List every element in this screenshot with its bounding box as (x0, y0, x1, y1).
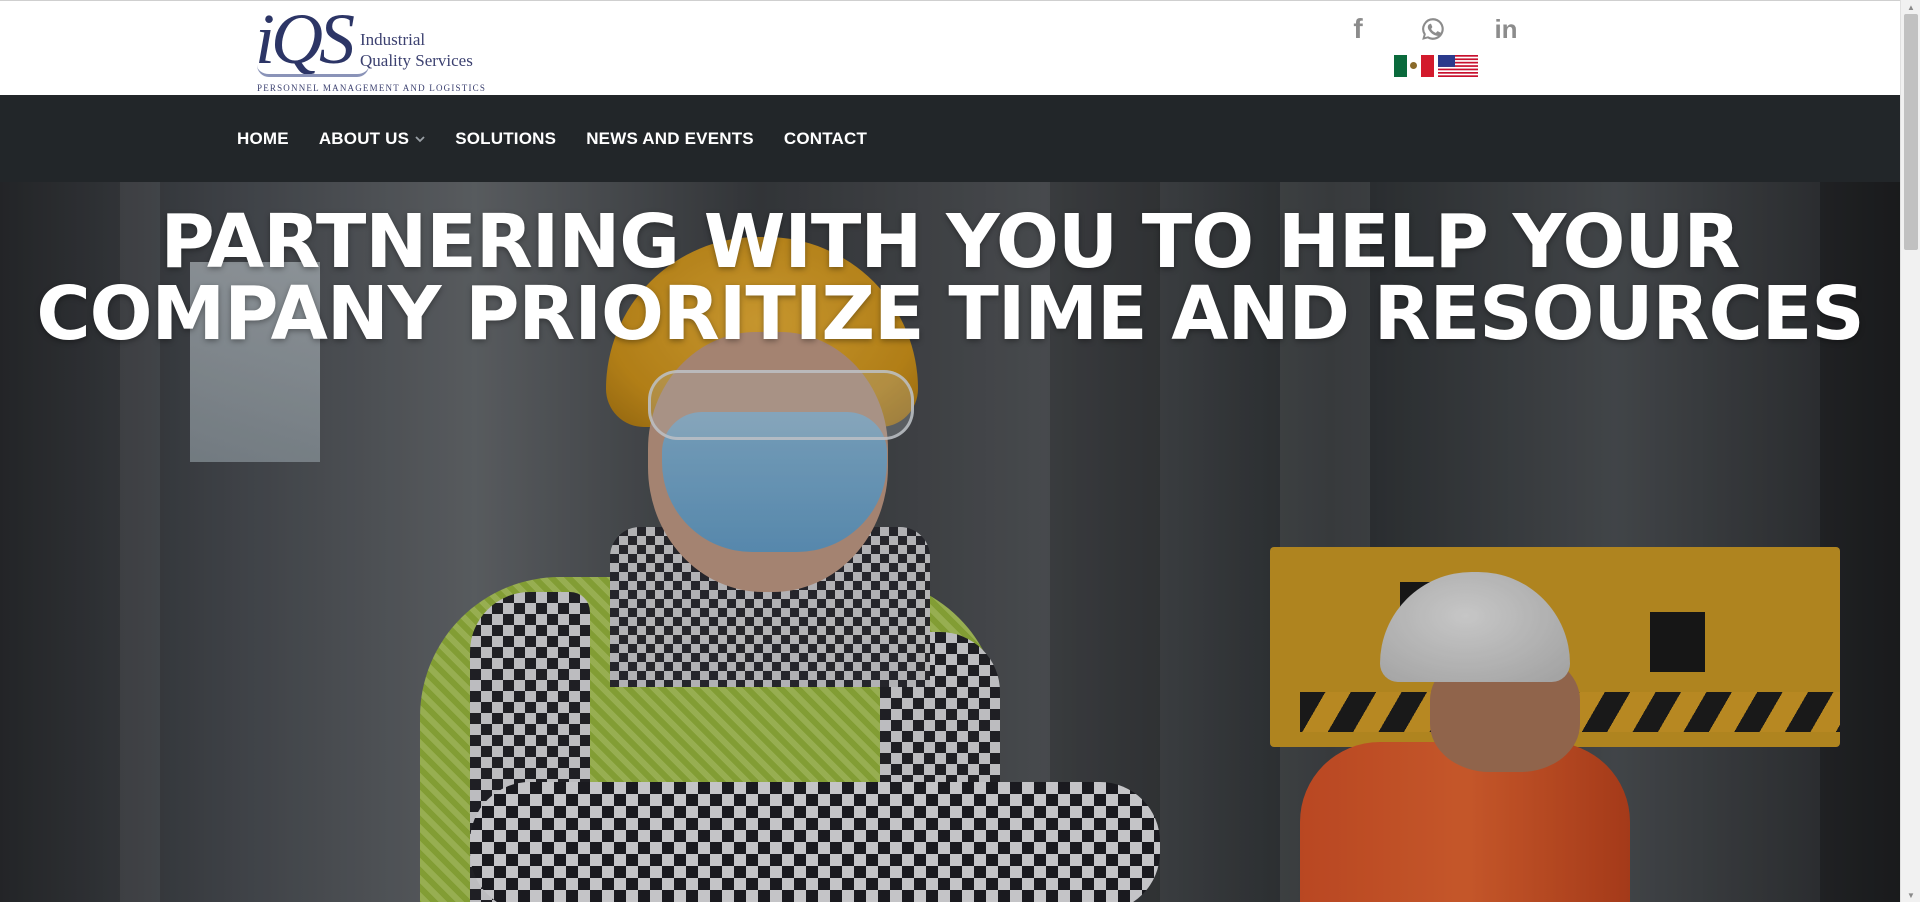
scrollbar-thumb[interactable] (1904, 14, 1918, 250)
main-nav: HOME ABOUT US SOLUTIONS NEWS AND EVENTS … (237, 95, 897, 182)
whatsapp-icon[interactable] (1415, 11, 1451, 47)
logo-name-line1: Industrial (360, 30, 426, 49)
top-bar: iQS Industrial Quality Services PERSONNE… (0, 0, 1900, 95)
scroll-down-arrow-icon[interactable]: ▼ (1901, 888, 1920, 902)
nav-about-us[interactable]: ABOUT US (319, 129, 425, 149)
hero-title-line2: COMPANY PRIORITIZE TIME AND RESOURCES (36, 271, 1864, 357)
nav-contact[interactable]: CONTACT (784, 129, 867, 149)
nav-news-and-events-label: NEWS AND EVENTS (586, 128, 754, 148)
hero-title: PARTNERING WITH YOU TO HELP YOUR COMPANY… (0, 199, 1900, 357)
usa-flag-icon[interactable] (1438, 55, 1478, 77)
facebook-icon[interactable]: f (1340, 11, 1376, 47)
nav-home-label: HOME (237, 128, 289, 148)
nav-solutions[interactable]: SOLUTIONS (455, 129, 556, 149)
logo-name-line2: Quality Services (360, 51, 473, 70)
nav-contact-label: CONTACT (783, 128, 868, 148)
linkedin-icon[interactable]: in (1488, 11, 1524, 47)
chevron-down-icon (415, 135, 425, 142)
mexico-flag-icon[interactable] (1394, 55, 1434, 77)
hero-banner: PARTNERING WITH YOU TO HELP YOUR COMPANY… (0, 182, 1900, 902)
nav-about-us-label: ABOUT US (318, 128, 410, 148)
social-links: f in (1340, 11, 1540, 47)
logo-company-name: Industrial Quality Services (360, 29, 473, 71)
main-navbar: HOME ABOUT US SOLUTIONS NEWS AND EVENTS … (0, 95, 1900, 182)
nav-news-and-events[interactable]: NEWS AND EVENTS (586, 129, 754, 149)
page: iQS Industrial Quality Services PERSONNE… (0, 0, 1920, 902)
page-scrollbar[interactable]: ▲ ▼ (1900, 0, 1920, 902)
language-selector (1394, 55, 1484, 77)
nav-home[interactable]: HOME (237, 129, 289, 149)
scroll-up-arrow-icon[interactable]: ▲ (1901, 0, 1920, 14)
nav-solutions-label: SOLUTIONS (455, 128, 557, 148)
logo-swoosh (257, 65, 369, 77)
logo-tagline: PERSONNEL MANAGEMENT AND LOGISTICS (257, 83, 487, 93)
iqs-logo[interactable]: iQS Industrial Quality Services PERSONNE… (255, 3, 487, 93)
hero-title-line1: PARTNERING WITH YOU TO HELP YOUR (160, 199, 1740, 285)
